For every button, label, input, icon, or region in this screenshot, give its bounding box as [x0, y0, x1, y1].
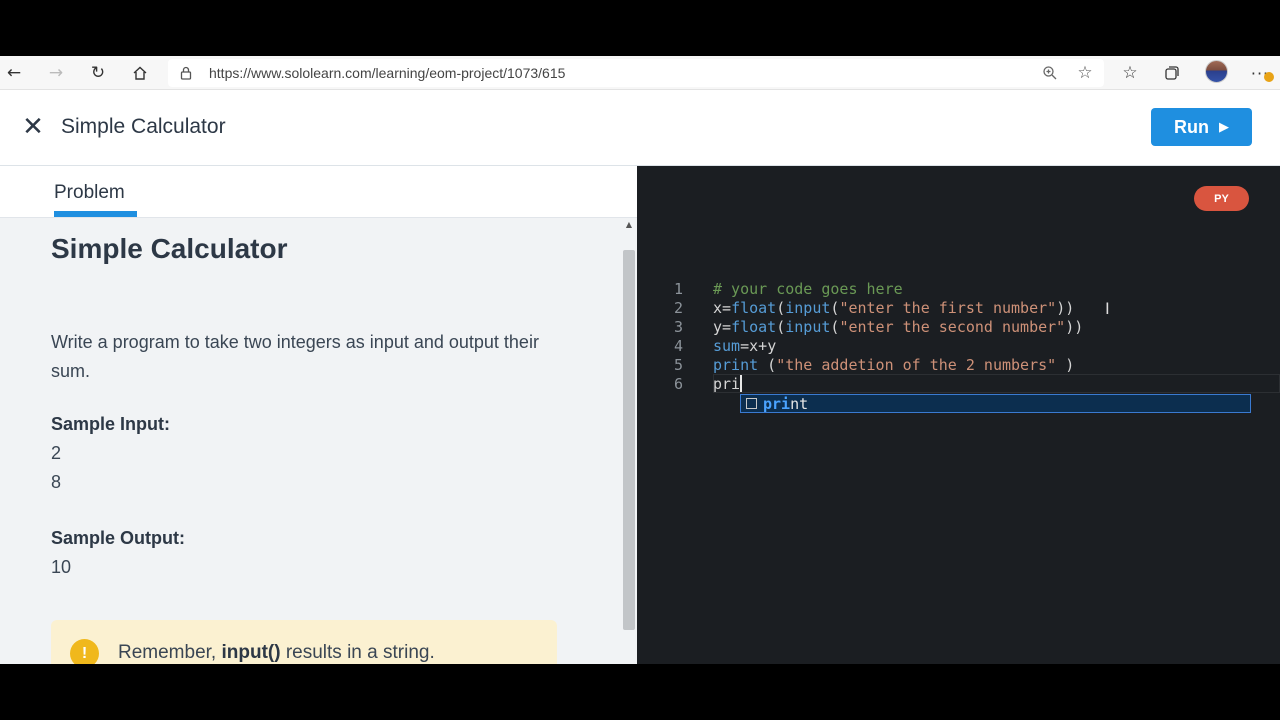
- line-code[interactable]: sum=x+y: [713, 337, 776, 356]
- code-token: +: [758, 337, 768, 355]
- close-icon[interactable]: ✕: [20, 114, 46, 140]
- browser-toolbar: ← → ↻ https://www.sololearn.com/learning…: [0, 56, 1280, 90]
- line-number: 3: [673, 318, 683, 336]
- line-code[interactable]: # your code goes here: [713, 280, 903, 299]
- run-button[interactable]: Run ▶: [1151, 108, 1252, 146]
- code-token: x: [749, 337, 759, 355]
- code-token: # your code goes here: [713, 280, 903, 298]
- code-token: "enter the second number": [839, 318, 1066, 336]
- sample-input-label: Sample Input:: [51, 414, 171, 434]
- scrollbar[interactable]: ▲: [621, 218, 637, 664]
- warning-icon: !: [70, 639, 99, 664]
- ibeam-cursor-icon: I: [1105, 299, 1110, 318]
- sample-input-value: 2: [51, 443, 62, 463]
- hint-text: Remember, input() results in a string.: [118, 642, 435, 664]
- tab-problem[interactable]: Problem: [54, 182, 125, 204]
- profile-avatar[interactable]: [1205, 60, 1228, 83]
- hint-box: ! Remember, input() results in a string.: [51, 620, 557, 664]
- scrollbar-thumb[interactable]: [623, 250, 635, 630]
- problem-description: Write a program to take two integers as …: [51, 332, 539, 381]
- home-icon[interactable]: [128, 61, 152, 85]
- hint-suffix: results in a string.: [280, 642, 435, 663]
- code-token: =: [722, 299, 732, 317]
- browser-viewport: ← → ↻ https://www.sololearn.com/learning…: [0, 56, 1280, 664]
- problem-heading: Simple Calculator: [51, 233, 288, 264]
- autocomplete-rest: nt: [790, 395, 809, 413]
- code-token: (: [776, 299, 786, 317]
- line-code[interactable]: x=float(input("enter the first number")): [713, 299, 1074, 318]
- code-line[interactable]: 2 x=float(input("enter the first number")…: [637, 299, 1280, 318]
- code-line[interactable]: 5 print ("the addetion of the 2 numbers" …: [637, 356, 1280, 375]
- forward-arrow-icon[interactable]: →: [44, 61, 68, 85]
- collections-icon[interactable]: [1160, 61, 1184, 85]
- code-token: y: [713, 318, 723, 336]
- autocomplete-suggestion[interactable]: print: [740, 394, 1251, 413]
- code-token: input: [785, 318, 831, 336]
- play-icon: ▶: [1219, 119, 1229, 135]
- address-bar[interactable]: https://www.sololearn.com/learning/eom-p…: [168, 59, 1104, 87]
- code-token: )): [1065, 318, 1084, 336]
- code-line[interactable]: 4 sum=x+y: [637, 337, 1280, 356]
- favorites-icon[interactable]: ☆: [1118, 61, 1142, 85]
- line-code[interactable]: y=float(input("enter the second number")…: [713, 318, 1083, 337]
- code-token: "enter the first number": [839, 299, 1057, 317]
- line-number: 2: [673, 299, 683, 317]
- scroll-up-icon[interactable]: ▲: [624, 220, 634, 230]
- code-token: ): [1056, 356, 1075, 374]
- sample-output-label: Sample Output:: [51, 528, 185, 548]
- sample-input-value: 8: [51, 472, 62, 492]
- tab-bar: Problem: [0, 166, 637, 218]
- code-token: x: [713, 299, 723, 317]
- back-arrow-icon[interactable]: ←: [2, 61, 26, 85]
- code-token: )): [1056, 299, 1075, 317]
- code-token: (: [776, 318, 786, 336]
- code-line[interactable]: 3 y=float(input("enter the second number"…: [637, 318, 1280, 337]
- hint-emphasis: input(): [221, 642, 281, 663]
- code-token: (: [758, 356, 777, 374]
- language-badge[interactable]: PY: [1194, 186, 1249, 211]
- zoom-icon[interactable]: [1040, 63, 1060, 83]
- hint-prefix: Remember,: [118, 642, 222, 663]
- lesson-title: Simple Calculator: [61, 115, 226, 138]
- code-token: "the addetion of the 2 numbers": [776, 356, 1057, 374]
- line-code[interactable]: pri: [713, 375, 740, 394]
- code-token: =: [722, 318, 732, 336]
- code-token: y: [767, 337, 777, 355]
- autocomplete-match: pri: [763, 395, 791, 413]
- autocomplete-text[interactable]: print: [763, 395, 808, 413]
- code-line[interactable]: 1 # your code goes here: [637, 280, 1280, 299]
- code-token: input: [785, 299, 831, 317]
- keyword-icon: [746, 398, 757, 409]
- code-line[interactable]: 6 pri: [637, 375, 1280, 394]
- add-favorite-icon[interactable]: ☆: [1074, 62, 1096, 84]
- lock-icon[interactable]: [178, 65, 194, 81]
- code-token: sum: [713, 337, 741, 355]
- sample-output-value: 10: [51, 557, 72, 577]
- code-token: float: [731, 299, 777, 317]
- code-token: float: [731, 318, 777, 336]
- line-code[interactable]: print ("the addetion of the 2 numbers" ): [713, 356, 1074, 375]
- url-text[interactable]: https://www.sololearn.com/learning/eom-p…: [209, 65, 565, 81]
- code-token: pri: [713, 375, 741, 393]
- line-number: 5: [673, 356, 683, 374]
- refresh-icon[interactable]: ↻: [86, 61, 110, 85]
- run-button-label: Run: [1174, 116, 1209, 137]
- code-editor[interactable]: PY 1 # your code goes here 2 x=float(input(…: [637, 166, 1280, 664]
- line-number: 6: [673, 375, 683, 393]
- app-header: ✕ Simple Calculator Run ▶: [0, 90, 1280, 166]
- code-token: print: [713, 356, 759, 374]
- line-number: 1: [673, 280, 683, 298]
- text-cursor: [740, 375, 742, 392]
- line-number: 4: [673, 337, 683, 355]
- problem-panel: Problem Simple Calculator Write a progra…: [0, 166, 637, 664]
- code-token: =: [740, 337, 750, 355]
- update-badge-icon: [1264, 72, 1274, 82]
- tab-active-indicator: [54, 211, 137, 217]
